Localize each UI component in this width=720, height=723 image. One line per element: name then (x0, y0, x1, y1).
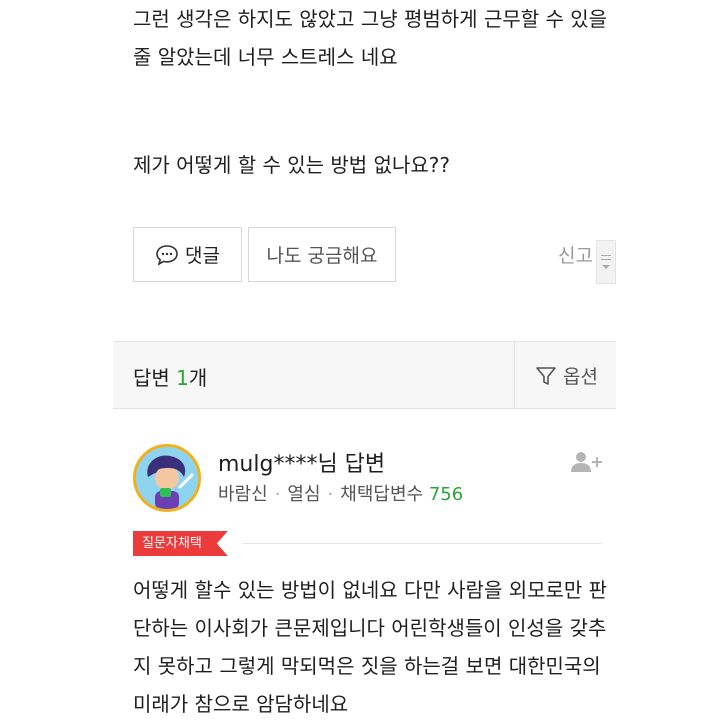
answerer-name[interactable]: mulg****님 답변 (218, 446, 385, 478)
filter-icon (535, 365, 557, 387)
answerer-activity: 열심 (287, 484, 321, 505)
avatar[interactable] (133, 444, 201, 512)
answerer-meta: 바람신 · 열심 · 채택답변수 756 (218, 480, 463, 506)
header-divider (514, 342, 515, 408)
answer-count-title: 답변 1개 (133, 362, 207, 391)
options-label: 옵션 (563, 366, 598, 388)
add-friend-icon[interactable] (570, 450, 604, 478)
separator-dot: · (274, 484, 281, 505)
answerer-level: 바람신 (218, 484, 268, 505)
answer-title-label: 답변 (133, 366, 170, 390)
adopt-label: 채택답변수 (340, 484, 424, 505)
answer-count: 1 (176, 366, 189, 390)
options-button[interactable]: 옵션 (535, 362, 598, 389)
scroll-handle-icon[interactable] (596, 240, 616, 284)
curious-button[interactable]: 나도 궁금해요 (248, 227, 396, 282)
comment-button[interactable]: 댓글 (133, 227, 242, 282)
answer-body: 어떻게 할수 있는 방법이 없네요 다만 사람을 외모로만 판단하는 이사회가 … (133, 578, 608, 716)
question-paragraph-2: 제가 어떻게 할 수 있는 방법 없나요?? (133, 153, 450, 177)
answer-list-header: 답변 1개 옵션 (113, 341, 616, 409)
comment-button-label: 댓글 (185, 245, 220, 267)
adopt-count: 756 (428, 484, 464, 505)
curious-button-label: 나도 궁금해요 (266, 245, 378, 267)
badge-divider (242, 543, 602, 544)
separator-dot: · (327, 484, 334, 505)
report-link[interactable]: 신고 (558, 241, 593, 268)
comment-bubble-icon (155, 244, 179, 266)
question-paragraph-1: 그런 생각은 하지도 않았고 그냥 평범하게 근무할 수 있을줄 알았는데 너무… (133, 7, 608, 69)
answer-count-unit: 개 (188, 366, 208, 390)
selected-answer-badge: 질문자채택 (133, 531, 228, 556)
